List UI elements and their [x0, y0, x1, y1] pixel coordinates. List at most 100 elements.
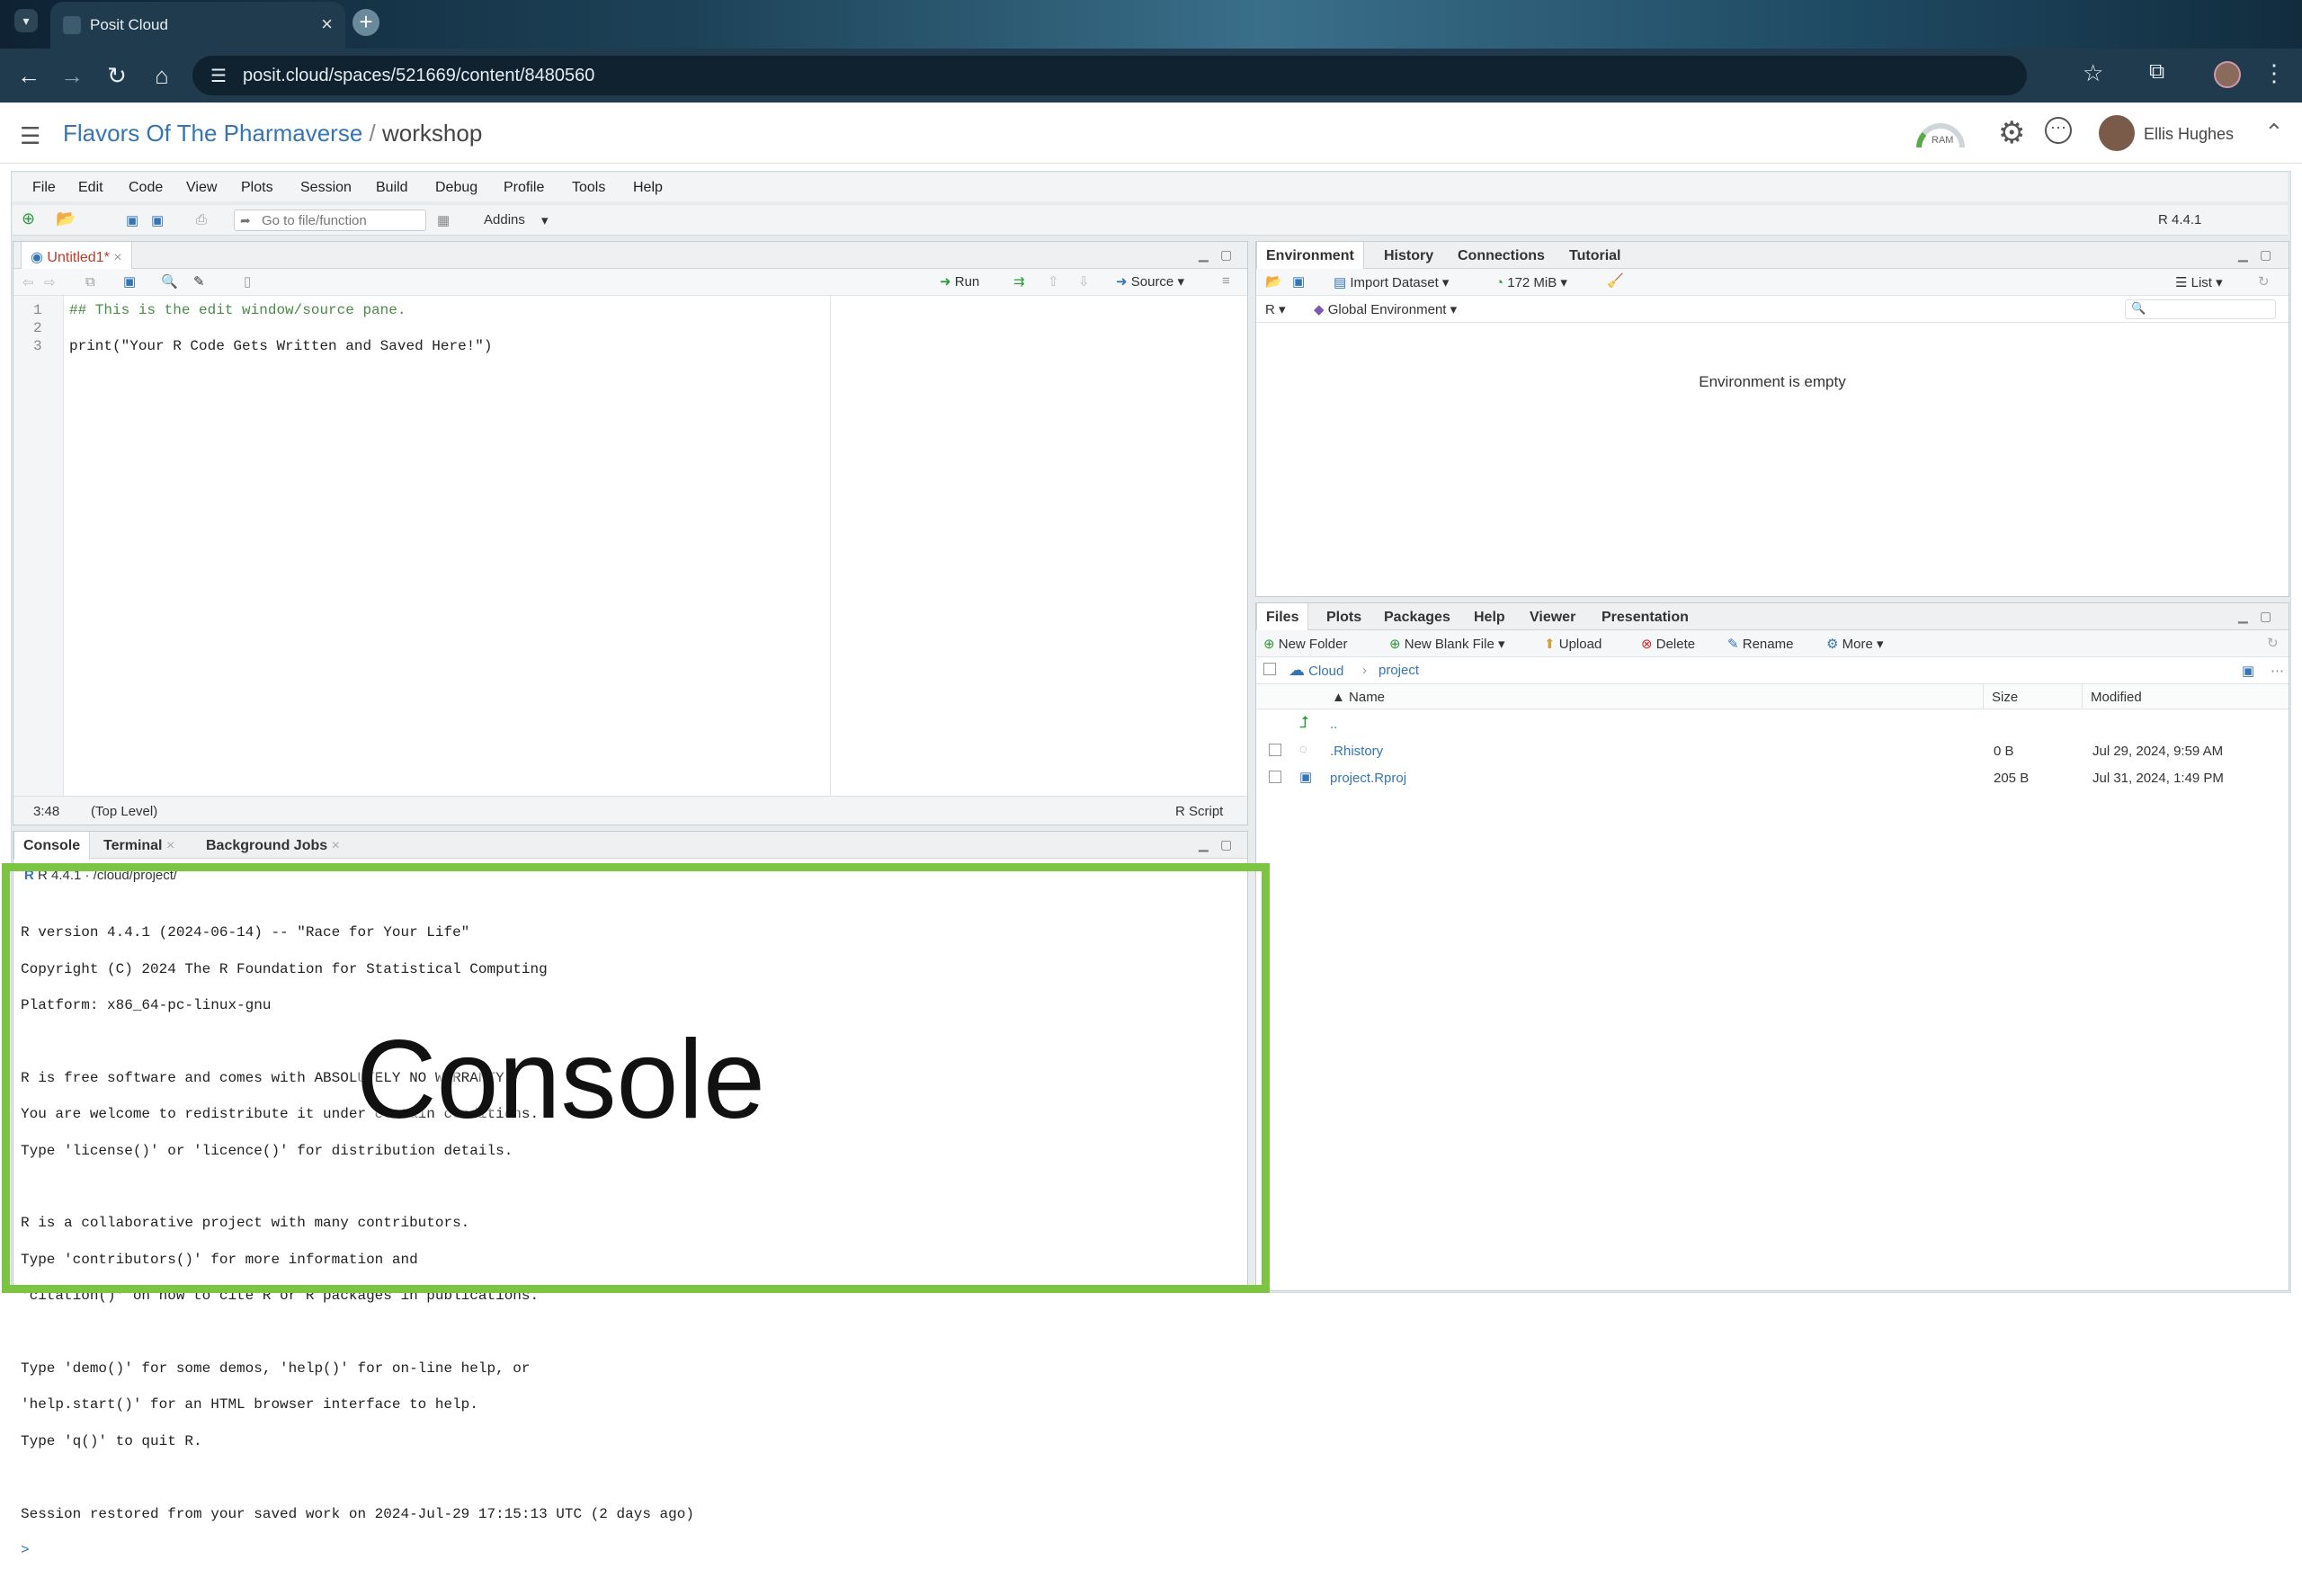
column-name[interactable]: ▲ Name	[1332, 690, 1385, 705]
browser-menu-icon[interactable]: ⋮	[2262, 59, 2286, 87]
new-file-icon[interactable]: ⊕	[22, 210, 35, 228]
tab-terminal[interactable]: Terminal ×	[103, 838, 174, 854]
minimize-icon[interactable]: ▁	[1199, 247, 1209, 263]
print-icon[interactable]: ⎙	[196, 212, 207, 227]
row-checkbox[interactable]	[1269, 744, 1281, 756]
menu-help[interactable]: Help	[633, 180, 663, 196]
minimize-icon[interactable]: ▁	[2238, 609, 2248, 624]
goto-file-input[interactable]: ➦ Go to file/function	[234, 210, 426, 231]
back-arrow-icon[interactable]: ←	[14, 61, 43, 90]
user-name[interactable]: Ellis Hughes	[2144, 125, 2234, 144]
import-dataset-menu[interactable]: ▤ Import Dataset ▾	[1334, 274, 1449, 290]
scope-selector[interactable]: (Top Level)	[91, 804, 157, 819]
forward-arrow-icon[interactable]: →	[58, 61, 86, 90]
source-button[interactable]: ➜ Source ▾	[1116, 273, 1184, 290]
code-line-print[interactable]: print("Your R Code Gets Written and Save…	[69, 337, 492, 355]
tab-plots[interactable]: Plots	[1326, 610, 1361, 626]
menu-view[interactable]: View	[186, 180, 217, 196]
tab-environment[interactable]: Environment	[1256, 242, 1364, 270]
file-name[interactable]: .Rhistory	[1330, 744, 1383, 759]
load-workspace-icon[interactable]: 📂	[1265, 273, 1282, 290]
tab-console[interactable]: Console	[13, 832, 91, 860]
new-tab-button[interactable]: +	[352, 9, 379, 36]
rename-button[interactable]: ✎ Rename	[1727, 636, 1793, 652]
table-row[interactable]: ◌ .Rhistory 0 B Jul 29, 2024, 9:59 AM	[1256, 738, 2289, 763]
r-version-menu[interactable]: R 4.4.1	[2158, 212, 2201, 227]
more-button[interactable]: ⚙ More ▾	[1826, 636, 1884, 652]
column-modified[interactable]: Modified	[2091, 690, 2142, 705]
project-icon[interactable]: ▣	[2242, 663, 2254, 679]
menu-code[interactable]: Code	[129, 180, 163, 196]
column-size[interactable]: Size	[1992, 690, 2018, 705]
reload-icon[interactable]: ↻	[103, 61, 131, 90]
menu-plots[interactable]: Plots	[241, 180, 273, 196]
back-icon[interactable]: ⇦	[22, 274, 34, 290]
tab-history[interactable]: History	[1384, 248, 1433, 264]
scope-selector[interactable]: ◆ Global Environment ▾	[1314, 301, 1457, 317]
menu-profile[interactable]: Profile	[504, 180, 544, 196]
user-avatar[interactable]	[2099, 115, 2135, 151]
code-tools-icon[interactable]: ✎	[193, 273, 205, 290]
more-options-icon[interactable]: ⋯	[2045, 117, 2072, 144]
menu-build[interactable]: Build	[376, 180, 408, 196]
browser-profile-avatar[interactable]	[2214, 61, 2241, 88]
save-all-icon[interactable]: ▣	[151, 212, 164, 228]
maximize-icon[interactable]: ▢	[1220, 247, 1232, 263]
table-row[interactable]: ▣ project.Rproj 205 B Jul 31, 2024, 1:49…	[1256, 765, 2289, 790]
search-icon[interactable]: 🔍	[161, 273, 178, 290]
close-tab-icon[interactable]: ×	[113, 250, 121, 265]
site-info-icon[interactable]: ☰	[210, 65, 227, 87]
address-bar[interactable]: ☰ posit.cloud/spaces/521669/content/8480…	[192, 56, 2027, 95]
language-selector[interactable]: R ▾	[1265, 301, 1286, 317]
row-checkbox[interactable]	[1269, 771, 1281, 783]
view-list-menu[interactable]: ☰ List ▾	[2175, 274, 2223, 290]
maximize-icon[interactable]: ▢	[2260, 247, 2271, 263]
menu-tools[interactable]: Tools	[572, 180, 605, 196]
tab-connections[interactable]: Connections	[1458, 248, 1545, 264]
tab-help[interactable]: Help	[1474, 610, 1505, 626]
rerun-icon[interactable]: ⇉	[1013, 273, 1025, 290]
tab-search-icon[interactable]: ▾	[14, 9, 38, 32]
code-line-comment[interactable]: ## This is the edit window/source pane.	[69, 301, 406, 319]
run-button[interactable]: ➜ Run	[940, 273, 979, 290]
tab-untitled1[interactable]: ◉ Untitled1* ×	[21, 242, 132, 270]
maximize-icon[interactable]: ▢	[1220, 837, 1232, 852]
upload-button[interactable]: ⬆ Upload	[1544, 636, 1602, 652]
new-folder-button[interactable]: ⊕ New Folder	[1263, 636, 1347, 652]
menu-debug[interactable]: Debug	[435, 180, 477, 196]
tab-background-jobs[interactable]: Background Jobs ×	[206, 838, 340, 854]
refresh-icon[interactable]: ↻	[2258, 273, 2270, 290]
chevron-up-icon[interactable]: ⌃	[2264, 119, 2284, 147]
tab-viewer[interactable]: Viewer	[1530, 610, 1575, 626]
parent-folder-link[interactable]: ..	[1330, 717, 1337, 732]
up-arrow-icon[interactable]: ⇧	[1048, 273, 1059, 290]
save-icon[interactable]: ▣	[123, 273, 136, 290]
gear-icon[interactable]: ⚙	[1998, 115, 2025, 151]
minimize-icon[interactable]: ▁	[1199, 837, 1209, 852]
table-row[interactable]: ⮥ ..	[1256, 711, 2289, 736]
close-tab-icon[interactable]: ×	[321, 13, 333, 36]
more-icon[interactable]: ⋯	[2271, 663, 2284, 679]
show-in-window-icon[interactable]: ⧉	[85, 274, 95, 290]
new-blank-file-button[interactable]: ⊕ New Blank File ▾	[1389, 636, 1505, 652]
tab-files[interactable]: Files	[1256, 603, 1309, 631]
grid-layout-icon[interactable]: ▦	[437, 212, 450, 228]
path-project[interactable]: project	[1379, 663, 1419, 678]
refresh-icon[interactable]: ↻	[2267, 635, 2279, 651]
broom-icon[interactable]: 🧹	[1607, 272, 1624, 289]
outline-icon[interactable]: ≡	[1222, 273, 1230, 289]
hamburger-menu-icon[interactable]: ☰	[20, 122, 40, 150]
breadcrumb-project[interactable]: Flavors Of The Pharmaverse	[63, 120, 362, 147]
menu-file[interactable]: File	[32, 180, 56, 196]
save-workspace-icon[interactable]: ▣	[1292, 273, 1305, 290]
compile-report-icon[interactable]: ▯	[244, 273, 251, 290]
ram-gauge[interactable]: RAM	[1914, 120, 1967, 151]
tab-packages[interactable]: Packages	[1384, 610, 1450, 626]
delete-button[interactable]: ⊗ Delete	[1641, 636, 1695, 652]
tab-tutorial[interactable]: Tutorial	[1569, 248, 1620, 264]
bookmark-star-icon[interactable]: ☆	[2083, 59, 2103, 87]
forward-icon[interactable]: ⇨	[44, 274, 56, 290]
tab-presentation[interactable]: Presentation	[1602, 610, 1689, 626]
down-arrow-icon[interactable]: ⇩	[1078, 273, 1090, 290]
memory-usage-menu[interactable]: ◔ 172 MiB ▾	[1495, 274, 1567, 290]
